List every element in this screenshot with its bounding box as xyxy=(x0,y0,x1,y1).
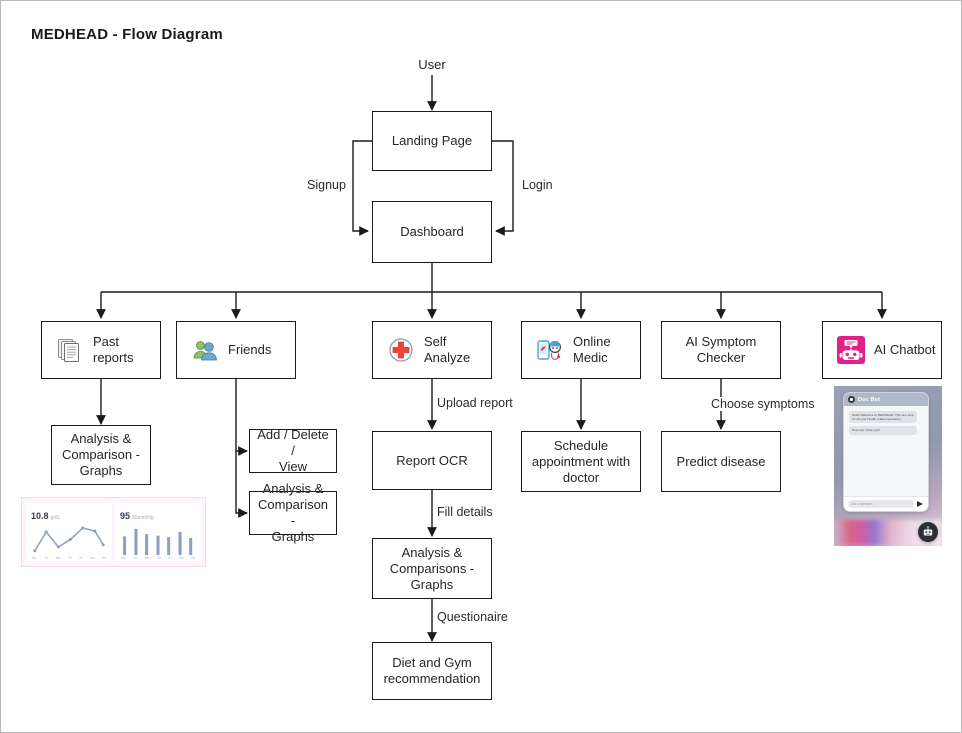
chatbot-preview: Doc Bot Hello! Welcome to MEDHEAD. This … xyxy=(834,386,942,546)
node-self-analyze-graphs[interactable]: Analysis & Comparisons - Graphs xyxy=(372,538,492,599)
node-dashboard[interactable]: Dashboard xyxy=(372,201,492,263)
node-friends[interactable]: Friends xyxy=(176,321,296,379)
edge-label-upload-report: Upload report xyxy=(434,396,516,410)
node-ai-symptom-checker[interactable]: AI Symptom Checker xyxy=(661,321,781,379)
node-predict-disease[interactable]: Predict disease xyxy=(661,431,781,492)
chat-message: Hello! Welcome to MEDHEAD. This one stop… xyxy=(849,411,917,424)
chat-input[interactable]: Ask a question... xyxy=(848,500,914,508)
node-landing-page[interactable]: Landing Page xyxy=(372,111,492,171)
edge-label-questionaire: Questionaire xyxy=(434,610,511,624)
chat-header: Doc Bot xyxy=(844,393,928,406)
node-user: User xyxy=(418,57,446,72)
node-friends-add-delete-view[interactable]: Add / Delete / View xyxy=(249,427,337,474)
edge-label-fill-details: Fill details xyxy=(434,505,496,519)
node-diet-gym-recommendation[interactable]: Diet and Gym recommendation xyxy=(372,642,492,700)
edge-label-signup: Signup xyxy=(304,178,349,192)
node-online-medic[interactable]: Online Medic xyxy=(521,321,641,379)
preview-card-blood-pressure: BLOOD PRESSURE 9580mm/Hg xyxy=(115,503,201,561)
flow-diagram-page: MEDHEAD - Flow Diagram Signup Login Uplo… xyxy=(0,0,962,733)
node-self-analyze[interactable]: Self Analyze xyxy=(372,321,492,379)
bot-avatar-icon xyxy=(848,396,855,403)
node-ai-chatbot[interactable]: AI Chatbot xyxy=(822,321,942,379)
video-doctor-icon xyxy=(536,336,564,364)
documents-stack-icon xyxy=(56,336,84,364)
preview-axis-labels: Mo Tu We Th Fr Sa Su xyxy=(121,556,195,561)
node-past-reports[interactable]: Past reports xyxy=(41,321,161,379)
haemoglobin-line-chart xyxy=(31,525,107,555)
node-schedule-appointment[interactable]: Schedule appointment with doctor xyxy=(521,431,641,492)
node-friends-graphs[interactable]: Analysis & Comparison - Graphs xyxy=(249,481,337,544)
send-arrow-icon[interactable] xyxy=(917,501,924,508)
chat-message: How can I help you? xyxy=(849,426,917,435)
preview-card-unit: 80mm/Hg xyxy=(132,515,154,521)
chat-title: Doc Bot xyxy=(858,396,881,403)
chat-message-list: Hello! Welcome to MEDHEAD. This one stop… xyxy=(844,406,928,496)
preview-card-value: 95 80mm/Hg xyxy=(120,511,154,521)
preview-card-haemoglobin: HAEMOGLOBIN 10.8g/dL Mo Tu We xyxy=(26,503,112,561)
chat-footer: Ask a question... xyxy=(844,496,928,511)
people-icon xyxy=(191,336,219,364)
preview-card-value: 10.8 g/dL xyxy=(31,511,61,521)
blood-pressure-bar-chart xyxy=(120,525,196,556)
edge-label-choose-symptoms: Choose symptoms xyxy=(708,397,818,411)
page-title: MEDHEAD - Flow Diagram xyxy=(31,26,223,43)
preview-axis-labels: Mo Tu We Th Fr Sa Su xyxy=(32,556,106,561)
health-graphs-preview: HAEMOGLOBIN 10.8g/dL Mo Tu We xyxy=(21,497,206,567)
chat-panel: Doc Bot Hello! Welcome to MEDHEAD. This … xyxy=(843,392,929,512)
preview-card-unit: g/dL xyxy=(50,515,61,521)
medical-cross-icon xyxy=(387,336,415,364)
node-report-ocr[interactable]: Report OCR xyxy=(372,431,492,490)
edge-label-login: Login xyxy=(519,178,556,192)
robot-icon xyxy=(837,336,865,364)
node-past-reports-graphs[interactable]: Analysis & Comparison - Graphs xyxy=(51,425,151,485)
chat-fab-robot-icon[interactable] xyxy=(918,522,938,542)
